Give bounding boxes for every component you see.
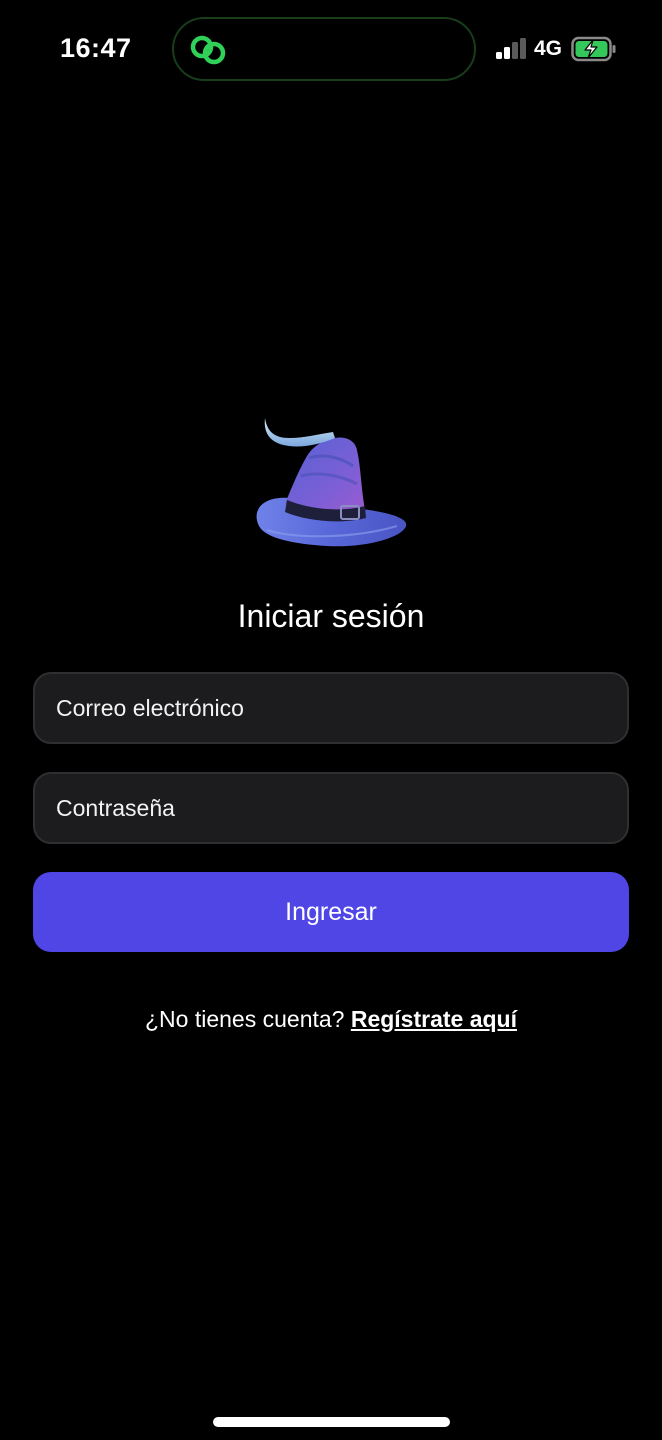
home-indicator[interactable] — [213, 1417, 450, 1427]
linked-circles-icon — [190, 35, 226, 65]
wizard-hat-icon — [256, 418, 407, 547]
status-time: 16:47 — [60, 33, 132, 63]
battery-charging-icon — [571, 36, 616, 62]
dynamic-island[interactable] — [172, 17, 476, 81]
signal-bars-icon — [496, 38, 526, 59]
status-bar: 16:47 4G — [0, 0, 662, 100]
page-title: Iniciar sesión — [237, 598, 425, 634]
password-field[interactable] — [33, 772, 629, 844]
register-prompt-row: ¿No tienes cuenta? Regístrate aquí — [0, 1006, 662, 1033]
register-prompt-text: ¿No tienes cuenta? — [145, 1006, 345, 1032]
login-button[interactable]: Ingresar — [33, 872, 629, 952]
register-link[interactable]: Regístrate aquí — [351, 1006, 517, 1032]
email-field[interactable] — [33, 672, 629, 744]
network-type: 4G — [534, 37, 563, 60]
